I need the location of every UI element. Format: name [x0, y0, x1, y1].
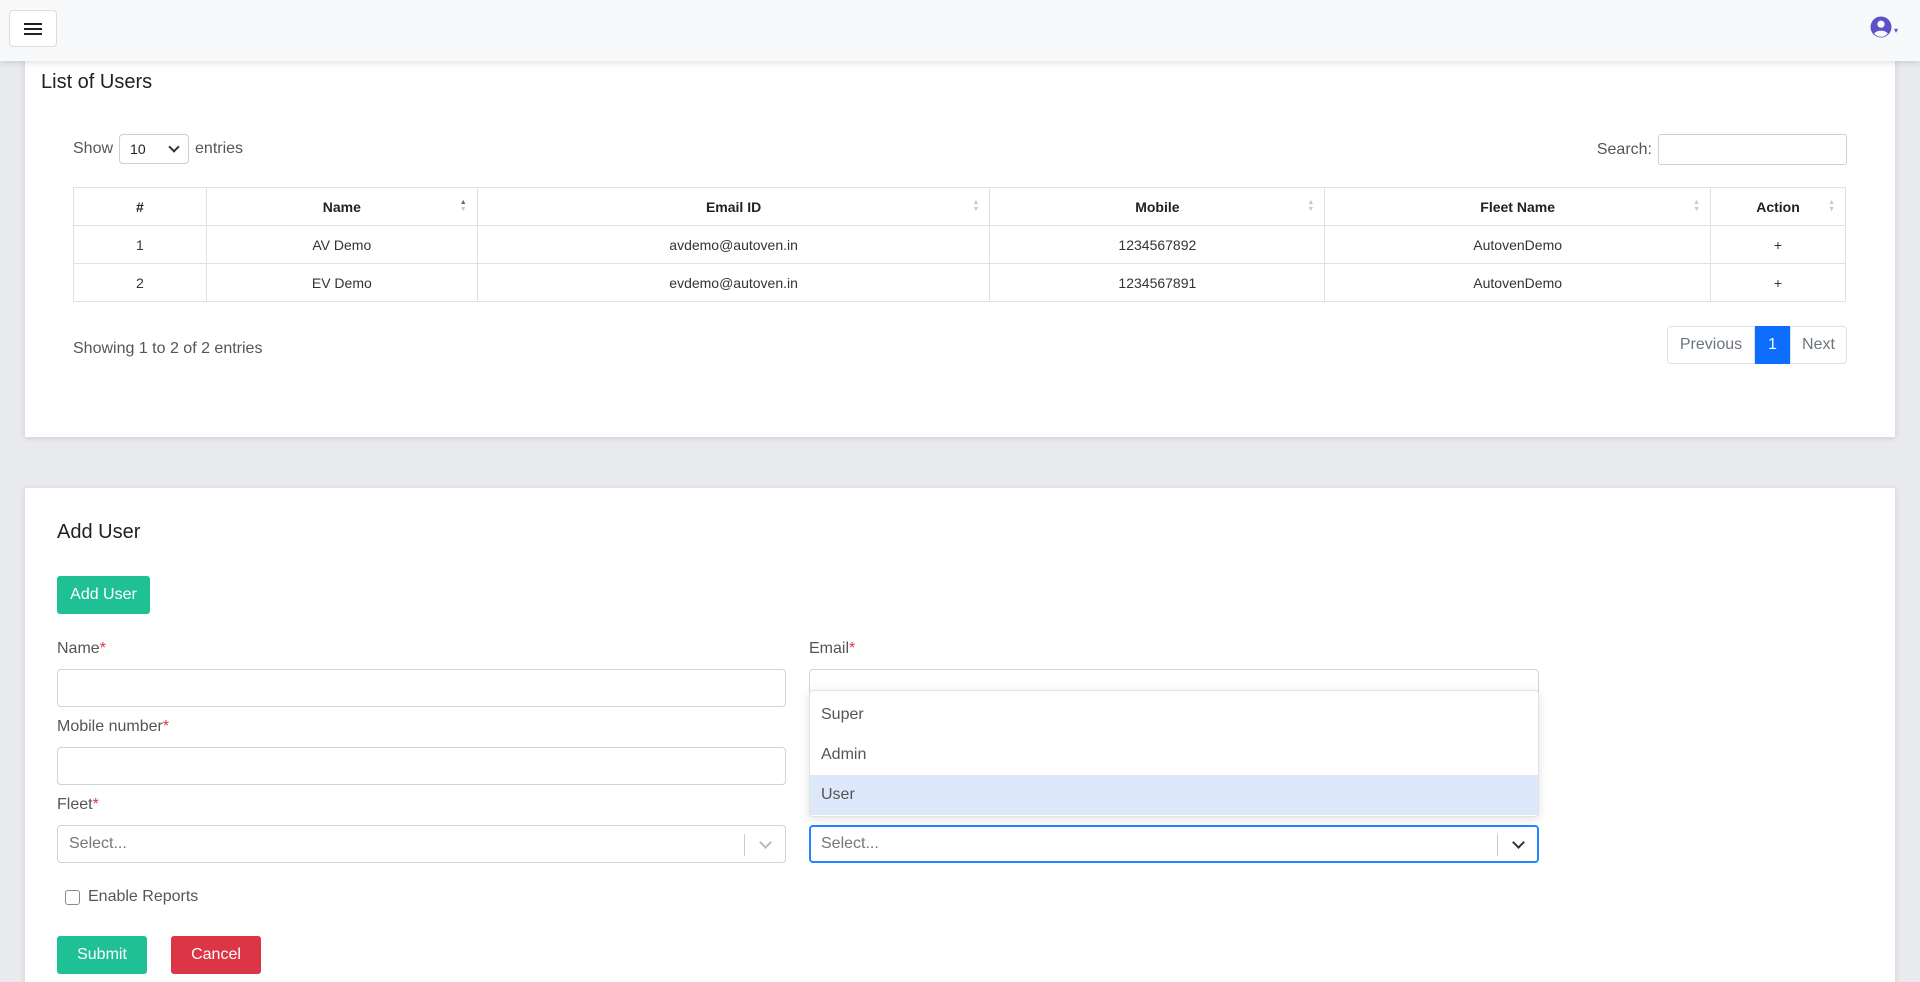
cell-mobile: 1234567891: [989, 263, 1326, 302]
users-table: # Name ▲ ▼ Email ID ▲ ▼ Mobile ▲ ▼ Fleet Na…: [73, 187, 1846, 302]
enable-reports-checkbox[interactable]: [65, 889, 80, 905]
column-header-email[interactable]: Email ID ▲ ▼: [476, 187, 991, 226]
hamburger-icon: [24, 22, 42, 36]
section-title: Add User: [57, 521, 141, 543]
page-length-select[interactable]: 10: [119, 134, 190, 164]
role-select-placeholder: Select...: [821, 835, 879, 852]
pagination-page-1[interactable]: 1: [1755, 326, 1790, 364]
column-header-mobile[interactable]: Mobile ▲ ▼: [989, 187, 1326, 226]
required-marker: *: [92, 796, 99, 813]
cancel-button[interactable]: Cancel: [171, 936, 261, 974]
user-circle-icon: [1870, 16, 1892, 38]
required-marker: *: [99, 640, 106, 657]
page-length-control: Show 10 entries: [73, 134, 243, 164]
required-marker: *: [162, 718, 170, 735]
column-header-fleet[interactable]: Fleet Name ▲ ▼: [1324, 187, 1712, 226]
required-marker: *: [849, 640, 856, 657]
email-label: Email*: [809, 640, 856, 657]
sort-icon: ▲ ▼: [1828, 199, 1835, 213]
cell-fleet: AutovenDemo: [1324, 225, 1712, 264]
cell-name: AV Demo: [205, 225, 478, 264]
add-user-button[interactable]: Add User: [57, 576, 150, 614]
enable-reports-label: Enable Reports: [88, 888, 199, 905]
cell-email: avdemo@autoven.in: [476, 225, 991, 264]
entries-label: entries: [195, 140, 244, 157]
pagination-next[interactable]: Next: [1790, 326, 1847, 364]
user-menu-toggle[interactable]: ▾: [1870, 16, 1898, 38]
top-navbar: ▾: [0, 0, 1920, 61]
caret-down-icon: ▾: [1893, 25, 1898, 35]
name-field[interactable]: [57, 669, 786, 707]
role-option-admin[interactable]: Admin: [810, 735, 1538, 775]
cell-number: 1: [73, 225, 207, 264]
sort-asc-icon: ▲ ▼: [459, 199, 467, 213]
cell-fleet: AutovenDemo: [1324, 263, 1712, 302]
mobile-field[interactable]: [57, 747, 786, 785]
select-divider: [1497, 834, 1498, 856]
sort-icon: ▲ ▼: [972, 199, 980, 213]
role-option-user[interactable]: User: [810, 775, 1538, 815]
cell-number: 2: [73, 263, 207, 302]
page-title: List of Users: [41, 71, 153, 93]
row-action-button[interactable]: +: [1710, 225, 1846, 264]
sort-icon: ▲ ▼: [1307, 199, 1315, 213]
column-header-number[interactable]: #: [73, 187, 207, 226]
fleet-select-placeholder: Select...: [69, 835, 127, 852]
page-length-value: 10: [130, 141, 146, 157]
name-label: Name*: [57, 640, 106, 657]
mobile-label: Mobile number*: [57, 718, 170, 735]
select-divider: [744, 834, 745, 856]
row-action-button[interactable]: +: [1710, 263, 1846, 302]
sort-icon: ▲ ▼: [1693, 199, 1701, 213]
cell-mobile: 1234567892: [989, 225, 1326, 264]
role-select[interactable]: Select...: [809, 825, 1539, 863]
search-input[interactable]: [1658, 134, 1847, 165]
table-info: Showing 1 to 2 of 2 entries: [73, 340, 263, 357]
table-row: 2 EV Demo evdemo@autoven.in 1234567891 A…: [73, 263, 1846, 302]
search-label: Search:: [1596, 140, 1652, 158]
column-header-action[interactable]: Action ▲ ▼: [1710, 187, 1846, 226]
show-label: Show: [73, 140, 114, 157]
column-header-name[interactable]: Name ▲ ▼: [205, 187, 478, 226]
enable-reports-row: Enable Reports: [65, 888, 198, 906]
cell-name: EV Demo: [205, 263, 478, 302]
role-options-menu: Super Admin User: [809, 690, 1539, 817]
cell-email: evdemo@autoven.in: [476, 263, 991, 302]
table-row: 1 AV Demo avdemo@autoven.in 1234567892 A…: [73, 225, 1846, 264]
table-header-row: # Name ▲ ▼ Email ID ▲ ▼ Mobile ▲ ▼ Fleet Na…: [73, 187, 1846, 226]
pagination: Previous 1 Next: [1667, 326, 1847, 364]
chevron-down-icon: [1512, 836, 1525, 849]
fleet-select[interactable]: Select...: [57, 825, 786, 863]
chevron-down-icon: [759, 836, 772, 849]
pagination-previous[interactable]: Previous: [1667, 326, 1755, 364]
fleet-label: Fleet*: [57, 796, 99, 813]
menu-toggle-button[interactable]: [9, 10, 57, 47]
role-option-super[interactable]: Super: [810, 695, 1538, 735]
add-user-card: Add User Add User Name* Email* Mobile nu…: [25, 488, 1895, 982]
submit-button[interactable]: Submit: [57, 936, 147, 974]
users-list-card: List of Users Show 10 entries Search: # …: [25, 50, 1895, 437]
table-search: Search:: [1597, 134, 1847, 165]
chevron-down-icon: [168, 141, 180, 153]
